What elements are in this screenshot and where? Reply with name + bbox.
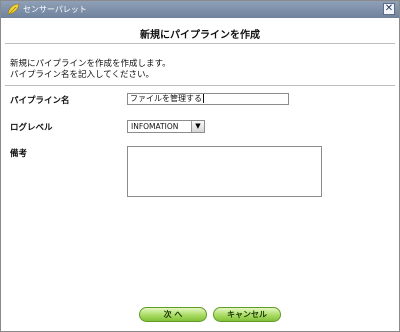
instructions: 新規にパイプラインを作成を作成します。 パイプライン名を記入してください。 xyxy=(10,59,171,81)
title-bar[interactable]: センサーパレット ✕ xyxy=(1,1,399,18)
divider xyxy=(5,43,395,44)
pipeline-name-input[interactable]: ファイルを管理する xyxy=(127,93,289,105)
chevron-down-icon[interactable]: ▼ xyxy=(191,121,204,132)
cancel-button[interactable]: キャンセル xyxy=(213,307,281,322)
close-icon[interactable]: ✕ xyxy=(383,3,395,15)
remarks-textarea[interactable] xyxy=(127,146,322,197)
remarks-label: 備考 xyxy=(10,149,28,159)
pipeline-name-label: パイプライン名 xyxy=(10,96,70,106)
pipeline-name-value: ファイルを管理する xyxy=(130,94,202,103)
window-title: センサーパレット xyxy=(23,5,87,14)
dialog-window: センサーパレット ✕ 新規にパイプラインを作成 新規にパイプラインを作成を作成し… xyxy=(0,0,400,332)
log-level-select[interactable]: INFOMATION ▼ xyxy=(127,120,205,133)
log-level-label: ログレベル xyxy=(10,123,53,133)
page-title: 新規にパイプラインを作成 xyxy=(140,30,260,41)
instruction-line-2: パイプライン名を記入してください。 xyxy=(10,70,154,80)
leaf-icon xyxy=(7,3,20,15)
instruction-line-1: 新規にパイプラインを作成を作成します。 xyxy=(10,59,171,69)
text-caret xyxy=(203,94,204,103)
divider xyxy=(5,85,395,86)
log-level-value: INFOMATION xyxy=(131,122,179,131)
next-button[interactable]: 次 へ xyxy=(139,307,207,322)
